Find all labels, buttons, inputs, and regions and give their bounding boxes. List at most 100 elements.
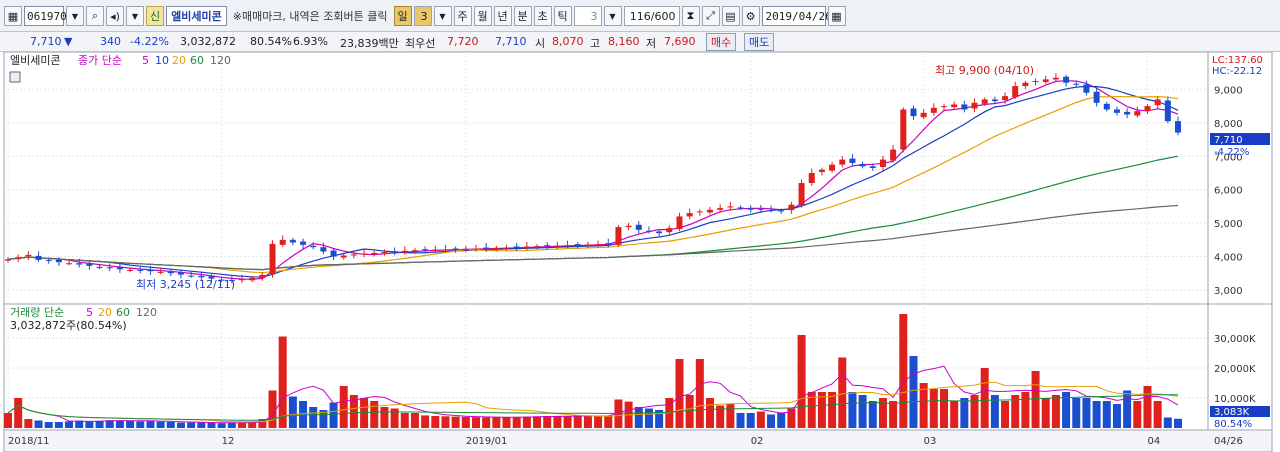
volume-bar — [288, 396, 297, 428]
interval-dropdown-icon[interactable]: ▼ — [433, 6, 452, 26]
current-pct-tag: -4.22% — [1214, 147, 1249, 158]
candle-body — [45, 259, 52, 261]
volume-bar — [502, 417, 511, 428]
volume-bar — [278, 336, 287, 428]
ma120-legend: 120 — [210, 54, 231, 67]
candle-body — [15, 257, 22, 260]
candle-body — [534, 246, 541, 248]
candle-body — [1002, 96, 1009, 101]
volume-bar — [868, 401, 877, 428]
candle-settings-icon[interactable]: ⧗ — [681, 6, 700, 26]
down-arrow-icon: ▼ — [64, 35, 73, 48]
volume-bar — [1031, 371, 1040, 428]
gear-icon[interactable]: ⚙ — [741, 6, 760, 26]
sell-button[interactable]: 매도 — [744, 33, 775, 51]
period-second-button[interactable]: 초 — [533, 6, 552, 26]
ma-legend-prefix: 종가 단순 — [78, 54, 122, 67]
volume-bar — [24, 419, 33, 428]
candle-body — [707, 209, 713, 213]
candle-body — [1063, 76, 1070, 83]
ma20-legend: 20 — [172, 54, 186, 67]
volume-bar — [706, 398, 714, 428]
stock-chart[interactable]: 9,0008,0007,0006,0005,0004,0003,000 30,0… — [0, 52, 1280, 452]
volume-bar — [533, 416, 542, 428]
vol-ma5-legend: 5 — [86, 306, 93, 319]
candle-body — [5, 259, 11, 261]
candle-body — [798, 183, 805, 206]
volume-legend-prefix: 거래량 단순 — [10, 306, 64, 319]
volume-bar — [553, 416, 562, 428]
volume-bar — [400, 413, 409, 428]
period-day-button[interactable]: 일 — [393, 6, 412, 26]
volume-bar — [899, 314, 908, 428]
drawing-tool-icon[interactable]: ⤢ — [701, 6, 720, 26]
speaker-icon[interactable]: ◂) — [106, 6, 124, 26]
volume-bar — [563, 416, 572, 428]
volume-bar — [421, 415, 430, 428]
volume-bar — [156, 421, 165, 428]
date-input[interactable]: 2019/04/26 — [761, 6, 832, 26]
candle-body — [188, 275, 195, 277]
candle-body — [717, 208, 724, 210]
calendar-icon[interactable]: ▦ — [827, 6, 846, 26]
chart-toolbar: ▦ 061970 ▼ ⌕ ◂) ▼ 신 엘비세미콘 ※매매마크, 내역은 조회버… — [0, 0, 1280, 32]
candle-body — [147, 269, 154, 272]
volume-bar — [441, 416, 450, 428]
candle-body — [86, 263, 93, 266]
volume-bar — [767, 414, 776, 428]
candle-body — [289, 239, 296, 243]
candle-body — [635, 224, 642, 230]
period-week-button[interactable]: 주 — [453, 6, 472, 26]
period-minute-button[interactable]: 분 — [513, 6, 532, 26]
candle-body — [574, 244, 581, 246]
candle-body — [340, 255, 347, 258]
volume-bar — [828, 392, 837, 428]
volume-bar — [34, 420, 43, 428]
stock-code-input[interactable]: 061970 — [24, 6, 67, 26]
candle-body — [483, 247, 490, 249]
layout-icon[interactable]: ▤ — [721, 6, 740, 26]
quote-bar: 7,710 ▼ 340 -4.22% 3,032,872 80.54% 6.93… — [0, 32, 1280, 52]
buy-button[interactable]: 매수 — [706, 33, 737, 51]
open-label: 시 — [535, 37, 546, 50]
best-ask: 7,720 — [447, 35, 479, 48]
candle-body — [737, 207, 744, 209]
time-axis — [3, 429, 1273, 452]
volume-ticks: 30,000K 20,000K 10,000K — [1214, 334, 1256, 405]
chart-type-icon[interactable]: ▦ — [4, 6, 22, 26]
candle-body — [269, 243, 276, 274]
candle-body — [564, 245, 571, 247]
minute-interval-input[interactable]: 3 — [573, 6, 602, 26]
candle-body — [1083, 84, 1090, 93]
candle-body — [310, 245, 317, 248]
candle-body — [849, 158, 856, 163]
period-interval-input[interactable]: 3 — [413, 6, 432, 26]
minute-dropdown-icon[interactable]: ▼ — [603, 6, 622, 26]
period-tick-button[interactable]: 틱 — [553, 6, 572, 26]
candle-body — [890, 149, 897, 161]
candle-body — [910, 108, 917, 117]
candle-body — [666, 228, 673, 233]
trade-mark-hint: ※매매마크, 내역은 조회버튼 클릭 — [232, 10, 388, 23]
nav-dropdown-icon[interactable]: ▼ — [126, 6, 144, 26]
volume-bar — [85, 421, 94, 428]
price-tick-label: 8,000 — [1214, 119, 1243, 130]
search-icon[interactable]: ⌕ — [86, 6, 104, 26]
candle-body — [971, 102, 978, 109]
price-tick-label: 6,000 — [1214, 186, 1243, 197]
volume-bar — [268, 390, 277, 428]
data-count-field[interactable]: 116/600 — [623, 6, 680, 26]
candle-body — [25, 254, 32, 257]
candle-body — [584, 244, 591, 246]
lc-label: LC:137.60 — [1212, 55, 1263, 66]
period-month-button[interactable]: 월 — [473, 6, 492, 26]
code-dropdown-icon[interactable]: ▼ — [66, 6, 84, 26]
stock-name-field[interactable]: 엘비세미콘 — [166, 6, 227, 26]
period-year-button[interactable]: 년 — [493, 6, 512, 26]
credit-badge: 신 — [146, 6, 165, 26]
candle-body — [473, 248, 479, 250]
candle-body — [66, 263, 73, 265]
grid-toggle-icon[interactable] — [9, 71, 21, 83]
candle-body — [239, 279, 245, 281]
volume-bar — [746, 413, 755, 428]
